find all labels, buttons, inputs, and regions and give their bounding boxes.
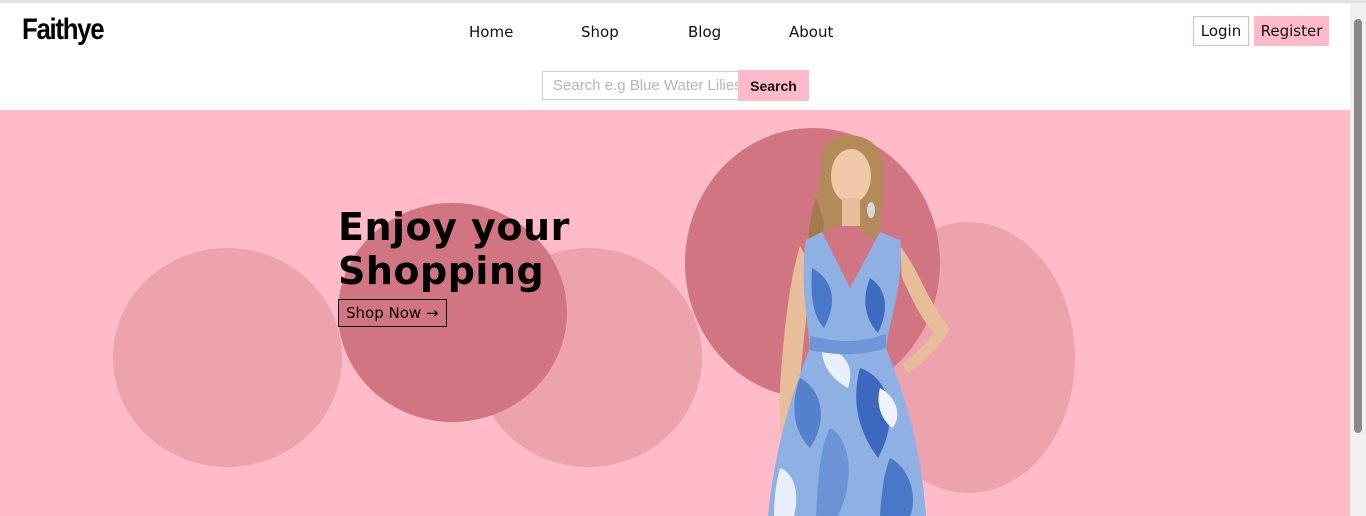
hero-banner: Enjoy your Shopping Shop Now → — [0, 110, 1350, 516]
page-scrollbar[interactable] — [1350, 3, 1366, 516]
hero-title-line: Shopping — [338, 249, 545, 293]
nav-about[interactable]: About — [789, 23, 833, 41]
hero-title-line: Enjoy your — [338, 205, 570, 249]
decorative-circle — [113, 248, 342, 467]
nav-home[interactable]: Home — [469, 23, 513, 41]
hero-model-image — [768, 135, 950, 516]
login-button[interactable]: Login — [1193, 16, 1249, 46]
scrollbar-thumb[interactable] — [1354, 19, 1362, 433]
nav-shop[interactable]: Shop — [581, 23, 619, 41]
site-header: Faithye Home Shop Blog About Login Regis… — [0, 3, 1350, 110]
register-button[interactable]: Register — [1254, 16, 1329, 46]
shop-now-button[interactable]: Shop Now → — [338, 299, 447, 327]
search-input[interactable] — [542, 71, 738, 100]
nav-blog[interactable]: Blog — [688, 23, 721, 41]
search-button[interactable]: Search — [738, 70, 809, 101]
brand-logo[interactable]: Faithye — [22, 13, 105, 47]
hero-title: Enjoy your Shopping — [338, 205, 570, 293]
